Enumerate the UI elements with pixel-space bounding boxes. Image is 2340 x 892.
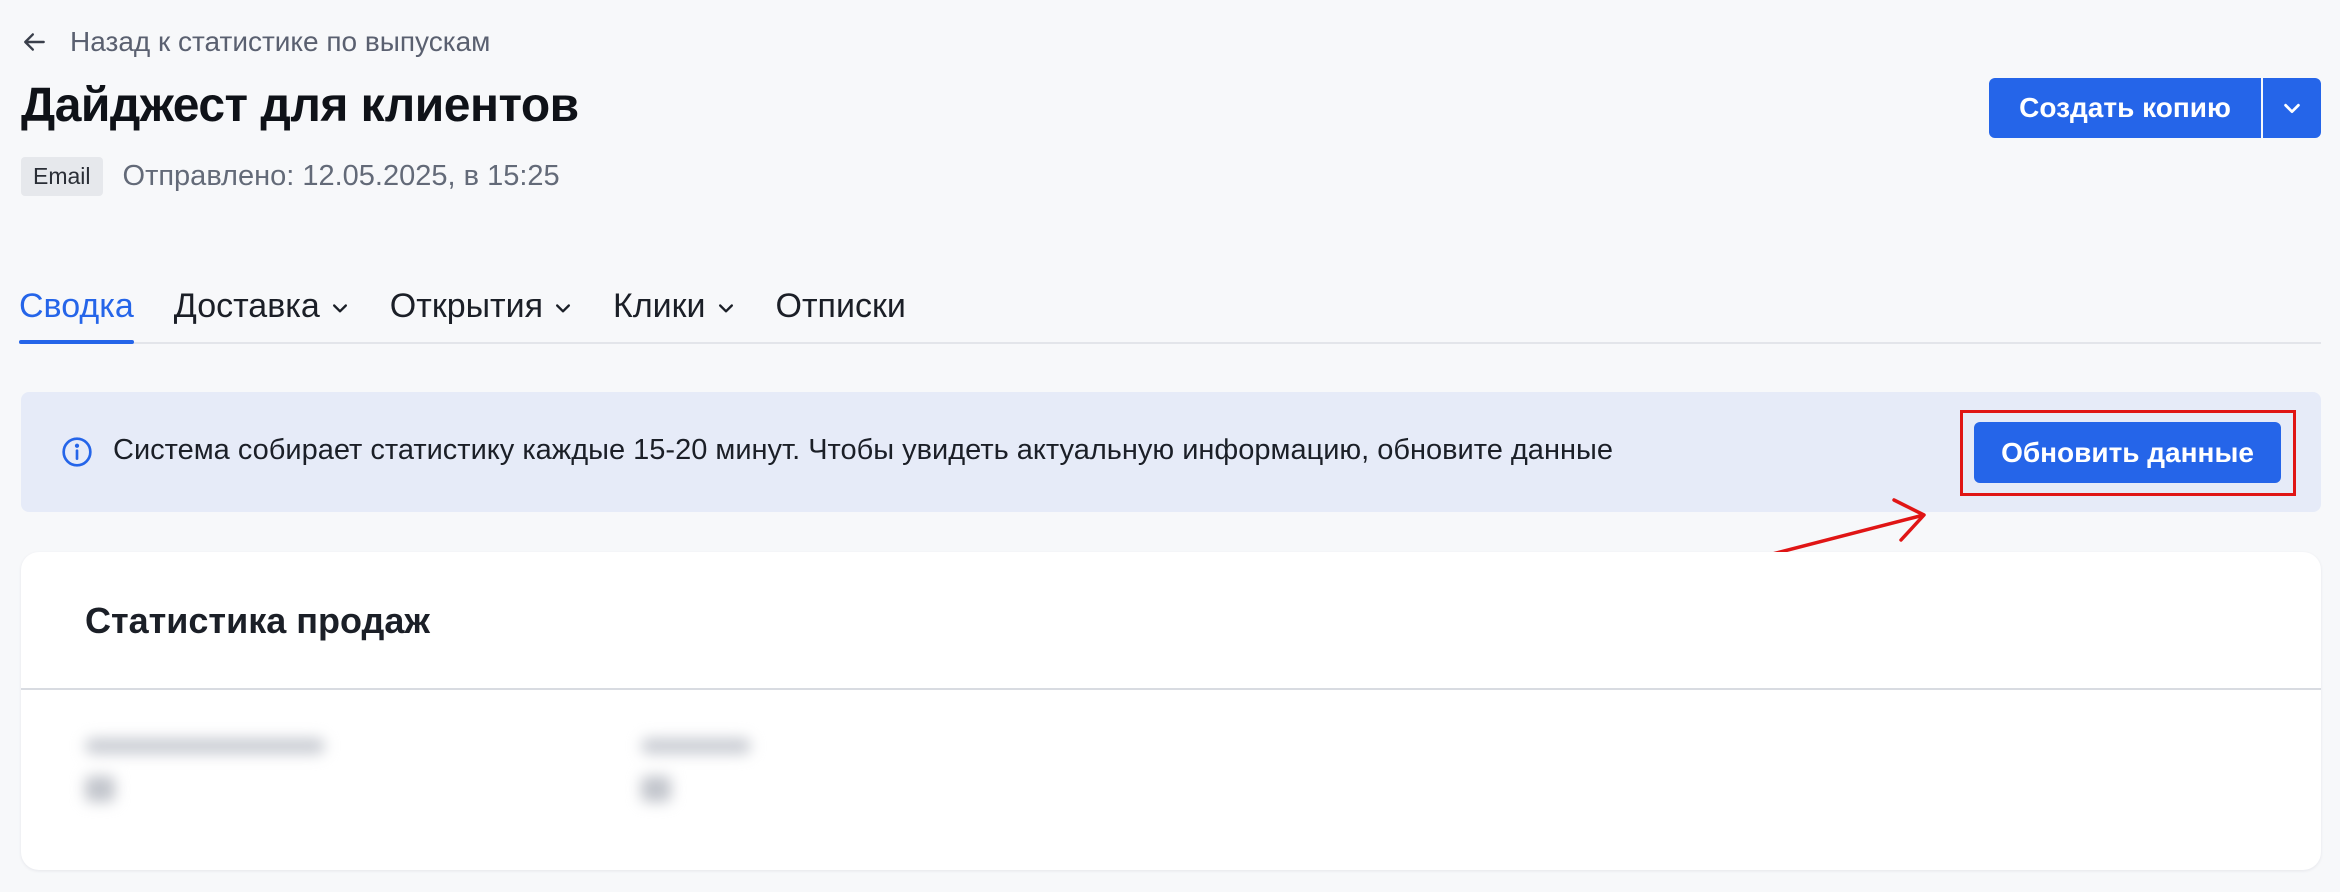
tab-summary[interactable]: Сводка (19, 270, 134, 344)
back-link[interactable]: Назад к статистике по выпускам (22, 26, 490, 58)
create-copy-dropdown-button[interactable] (2261, 78, 2321, 138)
stats-tabs: Сводка Доставка Открытия Клики Отписки (19, 270, 2321, 344)
chevron-down-icon (718, 304, 733, 313)
blurred-metric (641, 738, 751, 802)
card-title: Статистика продаж (85, 600, 430, 641)
blurred-metric (85, 738, 325, 802)
info-icon (62, 437, 92, 467)
chevron-down-icon (332, 304, 347, 313)
tab-label: Сводка (19, 286, 134, 325)
info-message: Система собирает статистику каждые 15-20… (113, 434, 1613, 466)
chevron-down-icon (2284, 103, 2300, 114)
sales-stats-card: Статистика продаж (21, 552, 2321, 870)
tab-label: Доставка (173, 286, 320, 325)
tab-opens[interactable]: Открытия (390, 270, 573, 342)
tab-clicks[interactable]: Клики (613, 270, 736, 342)
issue-meta: Email Отправлено: 12.05.2025, в 15:25 (21, 157, 560, 196)
page-title: Дайджест для клиентов (21, 79, 579, 132)
tab-label: Отписки (775, 286, 906, 325)
blurred-metric-label (85, 738, 325, 754)
chevron-down-icon (556, 304, 571, 313)
page: Назад к статистике по выпускам Дайджест … (0, 0, 2340, 892)
back-link-label: Назад к статистике по выпускам (70, 26, 491, 57)
blurred-metric-value (641, 776, 671, 802)
tab-label: Открытия (389, 286, 544, 325)
tab-label: Клики (613, 286, 706, 325)
create-copy-split-button: Создать копию (1989, 78, 2321, 138)
tab-delivery[interactable]: Доставка (174, 270, 350, 342)
refresh-data-button[interactable]: Обновить данные (1974, 422, 2281, 483)
tab-unsubscribes[interactable]: Отписки (776, 270, 906, 342)
blurred-metric-value (85, 776, 115, 802)
channel-badge: Email (21, 157, 103, 196)
create-copy-button[interactable]: Создать копию (1989, 78, 2261, 138)
arrow-left-icon (24, 33, 45, 51)
sent-date: Отправлено: 12.05.2025, в 15:25 (122, 160, 560, 192)
blurred-metric-label (641, 738, 751, 754)
card-divider (21, 688, 2321, 690)
